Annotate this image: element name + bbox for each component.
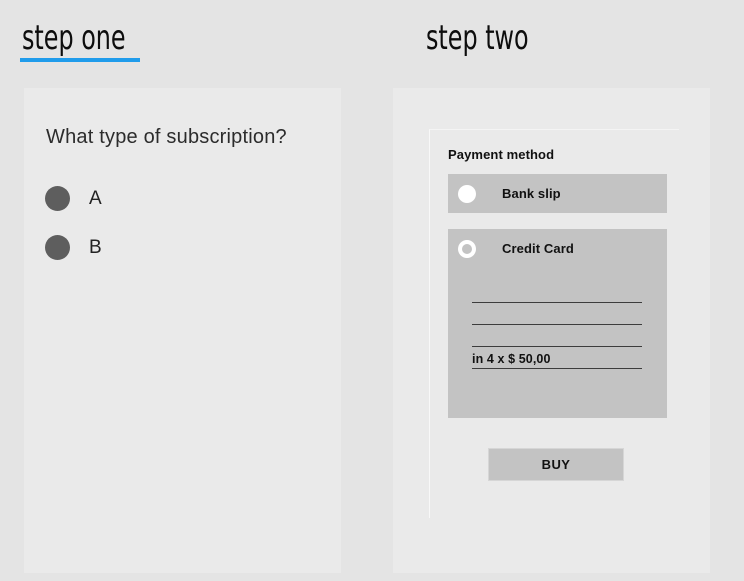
payment-method-bank-slip-label: Bank slip [502,186,561,201]
credit-card-field-3[interactable] [472,324,642,347]
subscription-option-a-label: A [89,188,102,209]
step-one-panel: What type of subscription? A B [24,88,341,573]
credit-card-installments-value: in 4 x $ 50,00 [472,352,551,366]
step-one-title-underline [20,58,140,62]
credit-card-field-2[interactable] [472,302,642,325]
step-one-title: step one [22,18,126,58]
radio-button-selected-icon[interactable] [458,240,476,258]
buy-button[interactable]: BUY [488,448,624,481]
radio-button-icon[interactable] [45,186,70,211]
radio-button-icon[interactable] [458,185,476,203]
payment-method-credit-card-label: Credit Card [502,241,574,256]
subscription-option-b-label: B [89,237,102,258]
payment-method-credit-card[interactable]: Credit Card in 4 x $ 50,00 [448,229,667,418]
credit-card-field-1[interactable] [472,280,642,303]
step-two-column: step two Payment method Bank slip Credit… [372,0,744,581]
subscription-question-label: What type of subscription? [46,126,287,148]
payment-card: Payment method Bank slip Credit Card in … [429,129,679,518]
payment-method-bank-slip[interactable]: Bank slip [448,174,667,213]
step-one-column: step one What type of subscription? A B [0,0,372,581]
radio-button-icon[interactable] [45,235,70,260]
step-two-title: step two [426,18,529,58]
step-two-panel: Payment method Bank slip Credit Card in … [393,88,710,573]
buy-button-label: BUY [541,457,571,472]
payment-method-section-label: Payment method [448,147,555,162]
credit-card-installments-field[interactable]: in 4 x $ 50,00 [472,346,642,369]
